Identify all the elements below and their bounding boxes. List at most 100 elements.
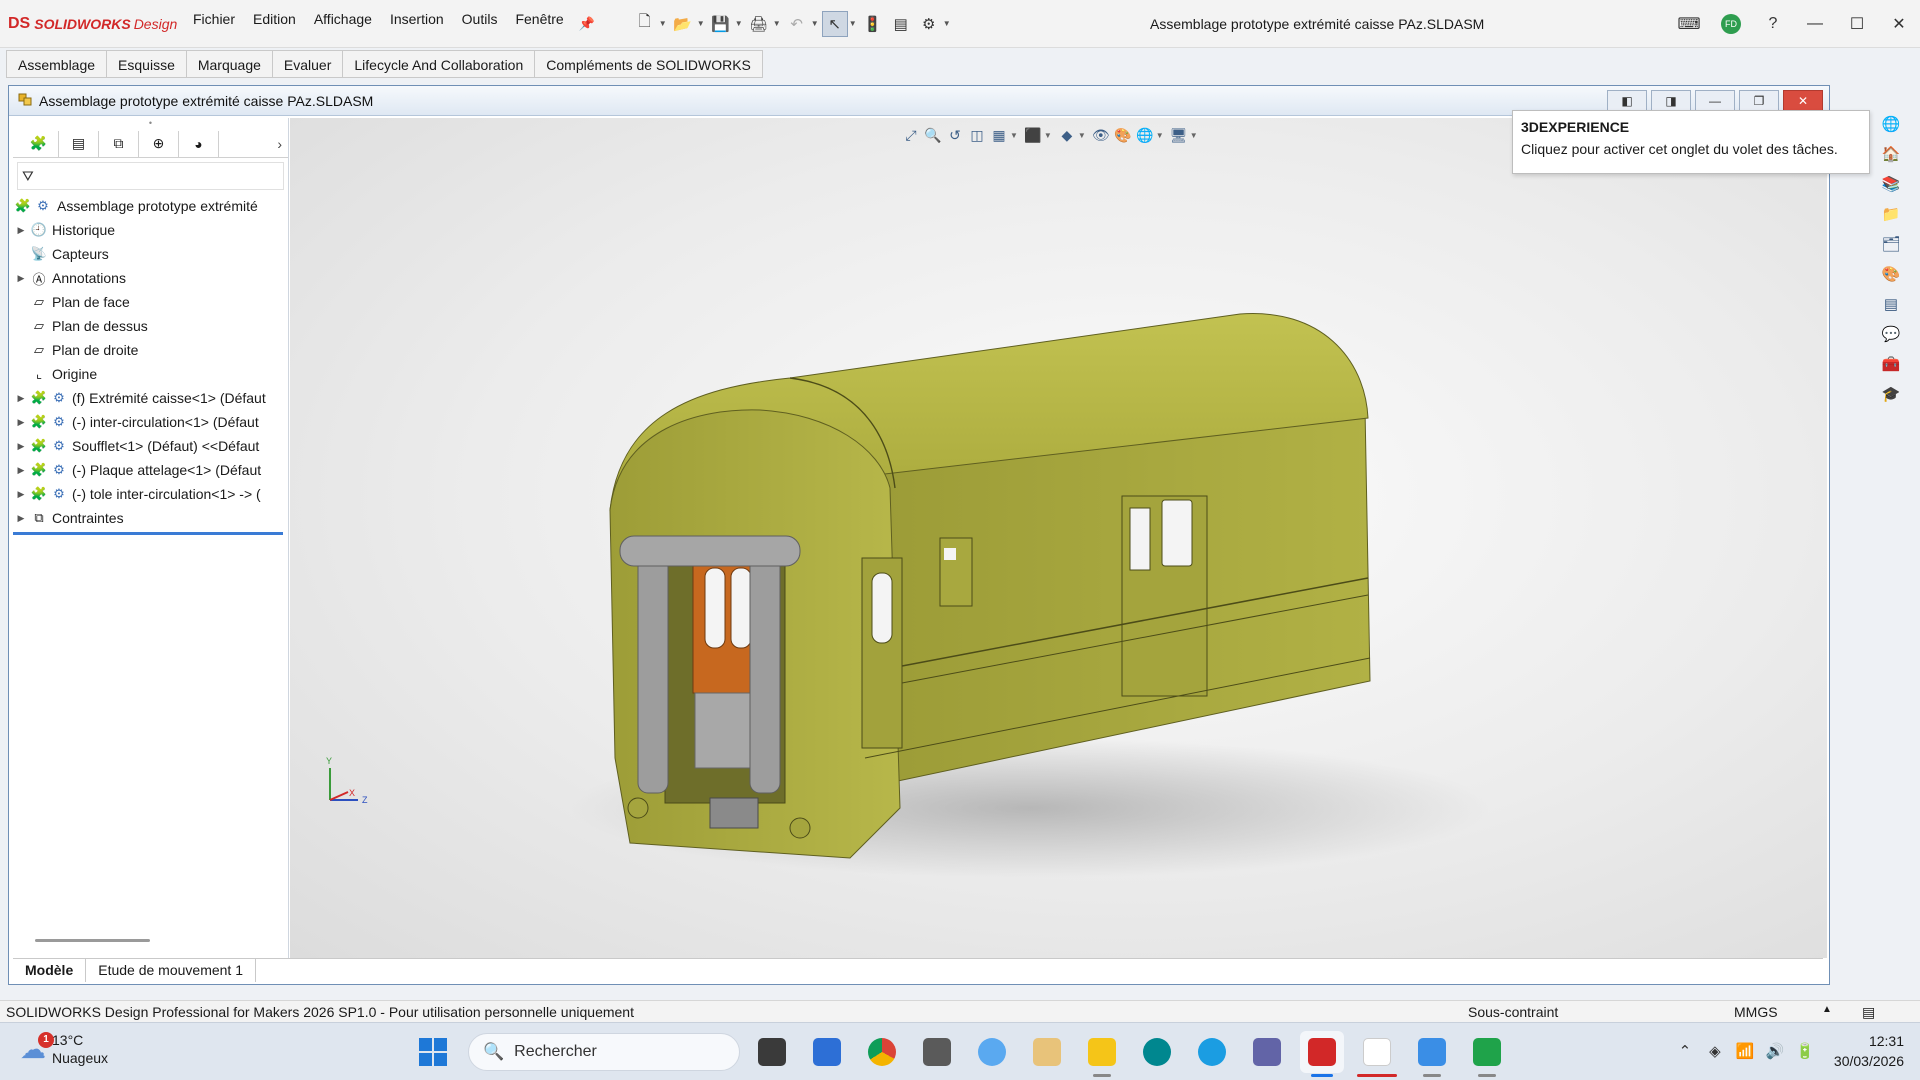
volume-icon[interactable]: 🔊 (1760, 1042, 1790, 1060)
expand-arrow-icon[interactable]: ▶ (13, 513, 29, 524)
menu-fenetre[interactable]: Fenêtre (506, 11, 572, 37)
menu-insertion[interactable]: Insertion (381, 11, 453, 37)
edge-icon[interactable] (1190, 1031, 1234, 1073)
save-dropdown-icon[interactable]: ▼ (735, 19, 745, 28)
expand-arrow-icon[interactable]: ▶ (13, 465, 29, 476)
learn-icon[interactable]: 🎓 (1877, 380, 1905, 408)
select-cursor-icon[interactable]: ↖ (821, 10, 848, 37)
menu-affichage[interactable]: Affichage (305, 11, 381, 37)
expand-arrow-icon[interactable]: ▶ (13, 417, 29, 428)
menu-fichier[interactable]: Fichier (184, 11, 244, 37)
minimize-icon[interactable]: — (1794, 15, 1836, 33)
drawing-app-icon[interactable] (1410, 1031, 1454, 1077)
display-manager-tab-icon[interactable]: ◕ (179, 130, 219, 157)
windows-start-icon[interactable] (418, 1037, 448, 1067)
tree-item[interactable]: ⌞ Origine (13, 362, 288, 386)
tree-item[interactable]: ▱ Plan de face (13, 290, 288, 314)
tree-item[interactable]: ▶ 🧩 ⚙ (-) tole inter-circulation<1> -> ( (13, 482, 288, 506)
units-chevron-up-icon[interactable]: ▲ (1822, 1004, 1832, 1015)
tree-filter[interactable]: ⛛ (17, 162, 284, 190)
tab-lifecycle[interactable]: Lifecycle And Collaboration (343, 50, 536, 78)
tab-evaluer[interactable]: Evaluer (272, 50, 344, 78)
clock[interactable]: 12:31 30/03/2026 (1834, 1031, 1904, 1071)
options-gear-icon[interactable]: ⚙ (916, 11, 942, 37)
chevron-up-icon[interactable]: ⌃ (1670, 1042, 1700, 1060)
solidworks-resources-icon[interactable]: 🏠 (1877, 140, 1905, 168)
custom-properties-icon[interactable]: ▤ (1877, 290, 1905, 318)
spreadsheet-icon[interactable] (1465, 1031, 1509, 1077)
3dexperience-icon[interactable]: 🌐 (1877, 110, 1905, 138)
graphics-area[interactable]: ⤢ 🔍 ↺ ◫ ▦ ▼ ⬛ ▼ ◆ ▼ 👁 🎨 🌐 ▼ 🖥 ▼ Y Z X (290, 118, 1827, 958)
expand-arrow-icon[interactable]: ▶ (13, 273, 29, 284)
rebuild-icon[interactable]: 🚦 (860, 11, 886, 37)
tab-etude-mouvement[interactable]: Etude de mouvement 1 (86, 959, 256, 982)
battery-icon[interactable]: 🔋 (1790, 1042, 1820, 1060)
file-explorer-icon[interactable] (1080, 1031, 1124, 1077)
solidworks-logo[interactable]: DS SOLIDWORKS Design (0, 15, 184, 33)
railcar-3d-model[interactable] (290, 118, 1826, 958)
doc-minimize-icon[interactable]: — (1695, 90, 1735, 112)
launcher-icon[interactable] (1355, 1031, 1399, 1077)
tree-item[interactable]: ▱ Plan de droite (13, 338, 288, 362)
select-dropdown-icon[interactable]: ▼ (849, 19, 859, 28)
tab-marquage[interactable]: Marquage (186, 50, 273, 78)
weather-widget[interactable]: ☁ 1 13°C Nuageux (20, 1031, 108, 1067)
chevron-right-icon[interactable]: › (277, 136, 282, 152)
options-dropdown-icon[interactable]: ▼ (943, 19, 953, 28)
tab-assemblage[interactable]: Assemblage (6, 50, 108, 78)
undo-dropdown-icon[interactable]: ▼ (811, 19, 821, 28)
toolbox-icon[interactable]: 🧰 (1877, 350, 1905, 378)
feature-manager-tab-icon[interactable]: 🧩 (19, 130, 59, 157)
new-dropdown-icon[interactable]: ▼ (659, 19, 669, 28)
tree-item[interactable]: ▶ 🧩 ⚙ (-) Plaque attelage<1> (Défaut (13, 458, 288, 482)
microsoft-store-icon[interactable] (805, 1031, 849, 1073)
wifi-icon[interactable]: 📶 (1730, 1042, 1760, 1060)
dropbox-icon[interactable]: ◈ (1700, 1042, 1730, 1060)
status-units[interactable]: MMGS (1734, 1004, 1778, 1020)
tree-item[interactable]: ▶ 🧩 ⚙ (f) Extrémité caisse<1> (Défaut (13, 386, 288, 410)
print-icon[interactable]: 🖨 (746, 11, 772, 37)
expand-arrow-icon[interactable]: ▶ (13, 225, 29, 236)
maximize-icon[interactable]: ☐ (1836, 14, 1878, 34)
tree-item[interactable]: ▶ 🕘 Historique (13, 218, 288, 242)
save-icon[interactable]: 💾 (708, 11, 734, 37)
tree-item[interactable]: ▶ ⧉ Contraintes (13, 506, 288, 530)
onedrive-icon[interactable] (970, 1031, 1014, 1073)
tree-item[interactable]: ▶ 🧩 ⚙ Soufflet<1> (Défaut) <<Défaut (13, 434, 288, 458)
taskbar-search[interactable]: 🔍 Rechercher (468, 1033, 740, 1071)
calculator-icon[interactable] (915, 1031, 959, 1073)
tab-esquisse[interactable]: Esquisse (107, 50, 187, 78)
view-palette-icon[interactable]: 🗂 (1877, 230, 1905, 258)
configuration-manager-tab-icon[interactable]: ⧉ (99, 130, 139, 157)
pin-icon[interactable]: 📌 (574, 11, 600, 37)
undo-icon[interactable]: ↶ (784, 11, 810, 37)
arduino-icon[interactable] (1135, 1031, 1179, 1073)
tree-item[interactable]: ▱ Plan de dessus (13, 314, 288, 338)
menu-edition[interactable]: Edition (244, 11, 305, 37)
rollback-bar[interactable] (13, 532, 283, 535)
dimxpert-tab-icon[interactable]: ⊕ (139, 130, 179, 157)
chrome-icon[interactable] (860, 1031, 904, 1073)
doc-close-icon[interactable]: ✕ (1783, 90, 1823, 112)
property-manager-tab-icon[interactable]: ▤ (59, 130, 99, 157)
user-avatar[interactable]: FD (1710, 14, 1752, 34)
photos-icon[interactable] (1025, 1031, 1069, 1073)
design-library-icon[interactable]: 📚 (1877, 170, 1905, 198)
panel-grip-icon[interactable]: • (13, 118, 288, 130)
command-search-icon[interactable]: ⌨ (1668, 14, 1710, 34)
forum-icon[interactable]: 💬 (1877, 320, 1905, 348)
print-dropdown-icon[interactable]: ▼ (773, 19, 783, 28)
menu-outils[interactable]: Outils (453, 11, 507, 37)
appearances-icon[interactable]: 🎨 (1877, 260, 1905, 288)
tree-root[interactable]: 🧩 ⚙ Assemblage prototype extrémité (13, 194, 288, 218)
status-panel-icon[interactable]: ▤ (1862, 1004, 1875, 1021)
file-explorer-icon[interactable]: 📁 (1877, 200, 1905, 228)
task-view-icon[interactable] (750, 1031, 794, 1073)
teams-icon[interactable] (1245, 1031, 1289, 1073)
tree-item[interactable]: ▶ Ⓐ Annotations (13, 266, 288, 290)
tab-complements[interactable]: Compléments de SOLIDWORKS (535, 50, 763, 78)
help-icon[interactable]: ? (1752, 15, 1794, 33)
file-properties-icon[interactable]: ▤ (888, 11, 914, 37)
close-icon[interactable]: ✕ (1878, 14, 1920, 34)
tree-item[interactable]: ▶ 🧩 ⚙ (-) inter-circulation<1> (Défaut (13, 410, 288, 434)
